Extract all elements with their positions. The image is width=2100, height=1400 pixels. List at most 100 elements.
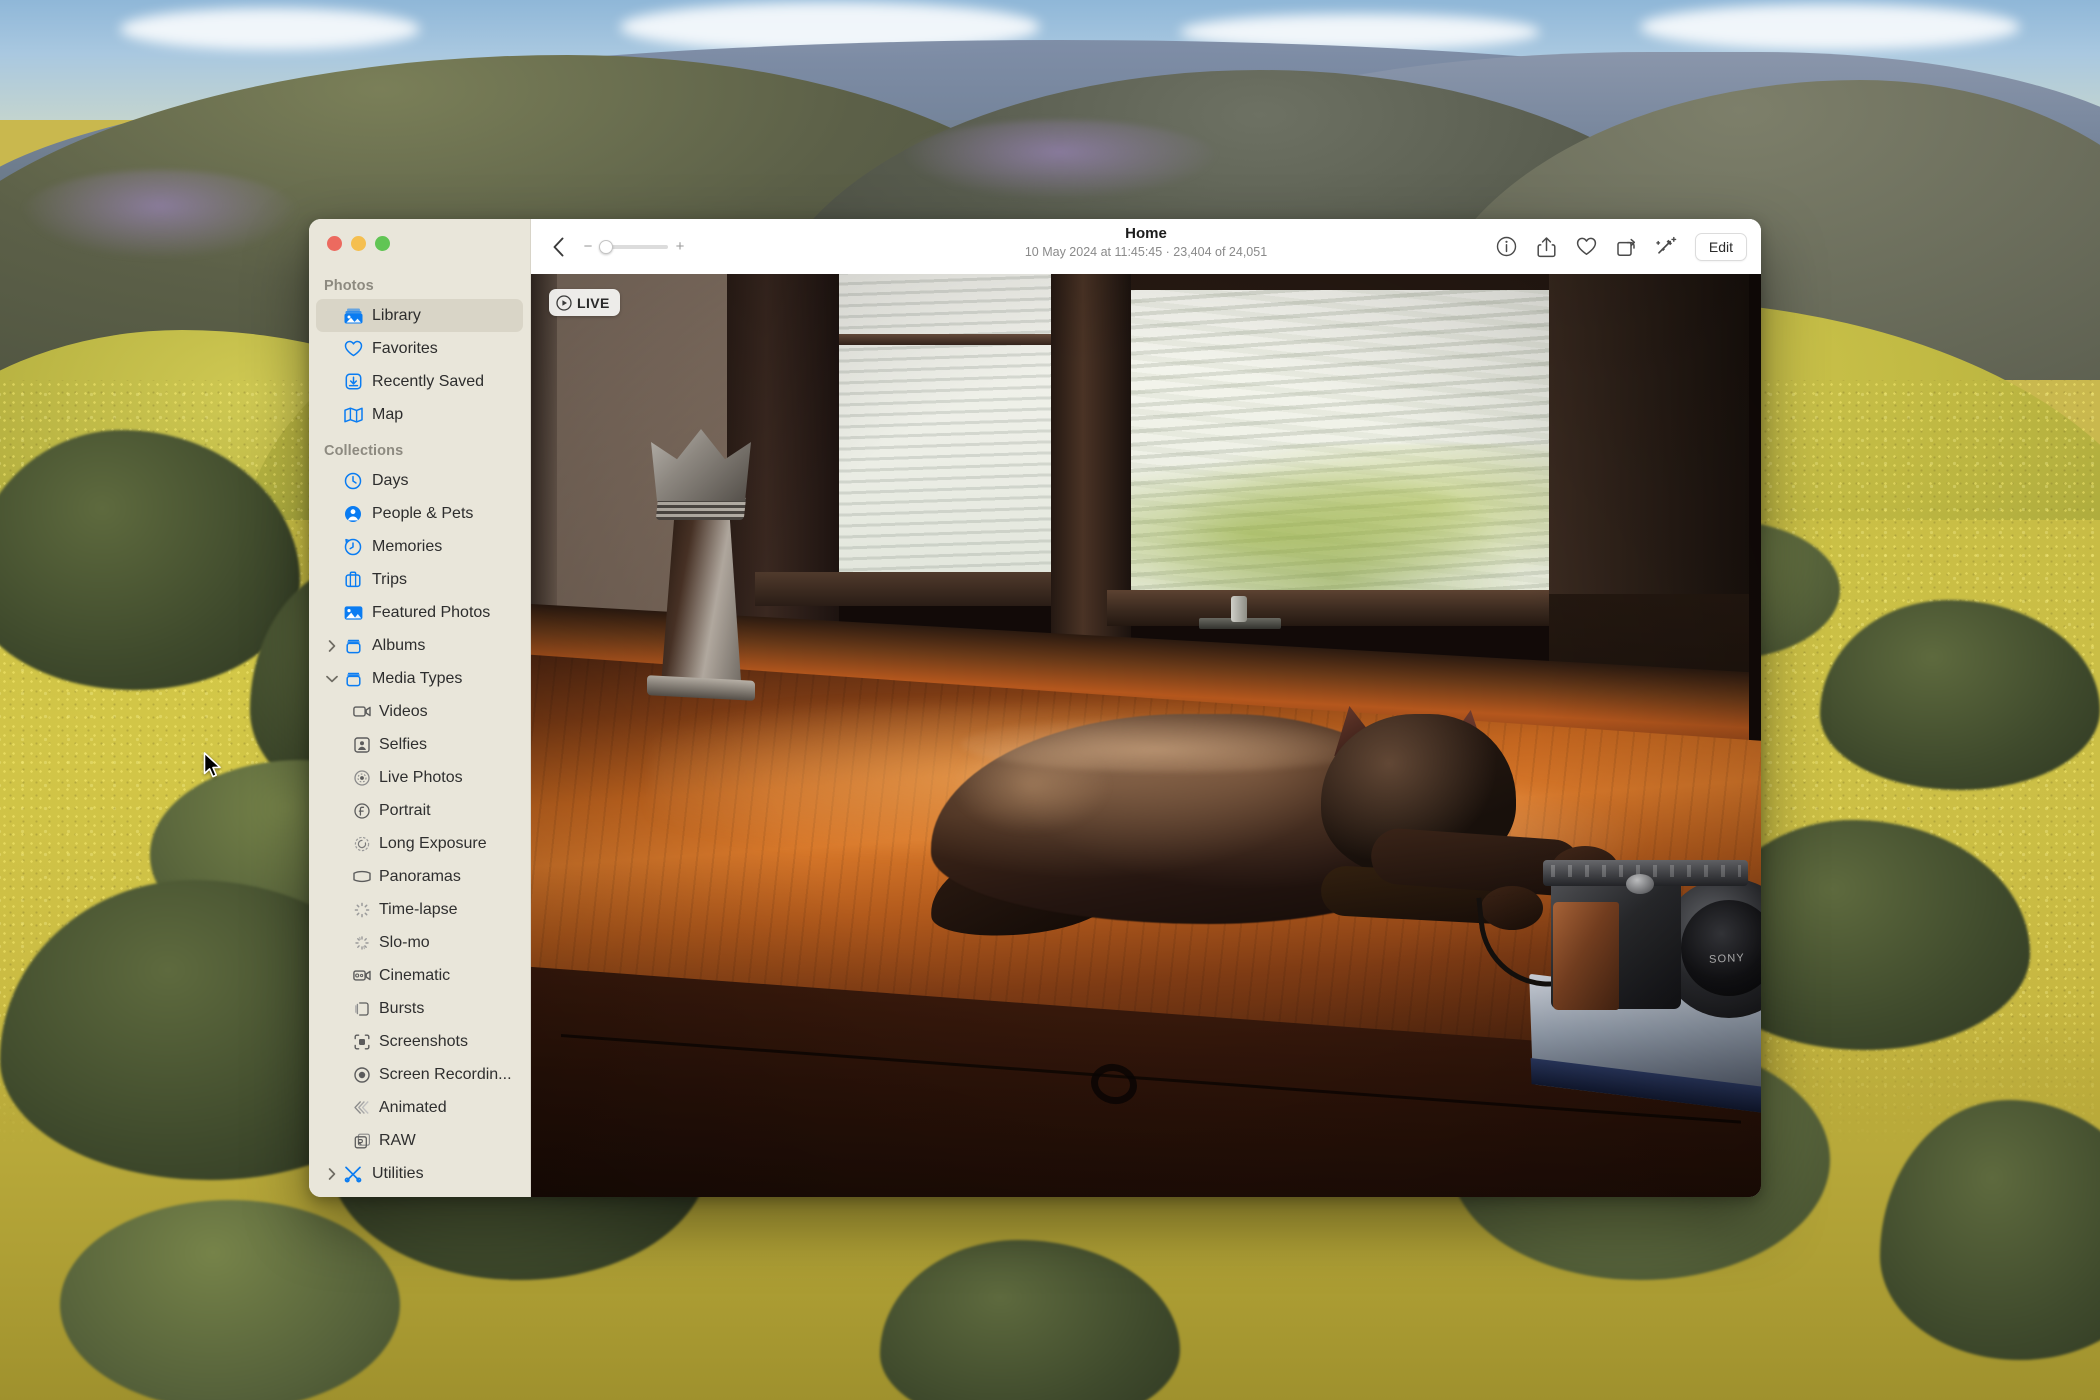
zoom-slider-track[interactable] [600, 245, 668, 249]
memories-icon [341, 538, 365, 556]
sidebar-item-portrait[interactable]: Portrait [316, 794, 523, 827]
bursts-icon [351, 1001, 373, 1017]
photo-vignette [531, 274, 1761, 1197]
video-icon [351, 705, 373, 718]
sidebar-item-label: Recently Saved [372, 373, 484, 391]
sidebar-item-live-photos[interactable]: Live Photos [316, 761, 523, 794]
sidebar-item-raw[interactable]: RAW [316, 1124, 523, 1157]
sidebar-item-recently-saved[interactable]: Recently Saved [316, 365, 523, 398]
sidebar-item-screen-recordings[interactable]: Screen Recordin... [316, 1058, 523, 1091]
share-icon[interactable] [1535, 235, 1559, 259]
sidebar-item-media-types[interactable]: Media Types [316, 662, 523, 695]
photo-viewer[interactable]: SONY LIVE [531, 274, 1761, 1197]
sidebar-item-people-and-pets[interactable]: People & Pets [316, 497, 523, 530]
screen-recording-icon [351, 1067, 373, 1083]
sidebar-section-photos-title: Photos [309, 271, 530, 299]
cinematic-icon [351, 969, 373, 982]
cloud [120, 8, 420, 50]
sidebar-item-selfies[interactable]: Selfies [316, 728, 523, 761]
rotate-icon[interactable] [1615, 235, 1639, 259]
chevron-right-icon[interactable] [324, 1168, 340, 1180]
sidebar-section-collections-title: Collections [309, 431, 530, 464]
edit-button[interactable]: Edit [1695, 233, 1747, 261]
desktop-wallpaper: Photos Library [0, 0, 2100, 1400]
slomo-icon [351, 935, 373, 951]
live-photo-icon [556, 295, 572, 311]
sidebar-item-long-exposure[interactable]: Long Exposure [316, 827, 523, 860]
sidebar-item-label: Videos [379, 703, 428, 721]
toolbar-left-group: − + [545, 234, 685, 260]
clock-icon [341, 472, 365, 490]
featured-photo-icon [341, 605, 365, 621]
sidebar-item-label: People & Pets [372, 505, 473, 523]
download-icon [341, 373, 365, 390]
minimize-button[interactable] [351, 236, 366, 251]
photo-metadata: 10 May 2024 at 11:45:45 · 23,404 of 24,0… [1025, 245, 1267, 259]
sidebar-item-label: Library [372, 307, 421, 325]
chevron-right-icon[interactable] [324, 640, 340, 652]
sidebar-item-projects[interactable]: Projects [316, 1190, 523, 1197]
sidebar-item-utilities[interactable]: Utilities [316, 1157, 523, 1190]
sidebar-item-label: Long Exposure [379, 835, 487, 853]
sidebar-item-animated[interactable]: Animated [316, 1091, 523, 1124]
sidebar-item-label: Cinematic [379, 967, 450, 985]
sidebar-item-videos[interactable]: Videos [316, 695, 523, 728]
chevron-down-icon[interactable] [324, 675, 340, 683]
sidebar-item-days[interactable]: Days [316, 464, 523, 497]
edit-button-label: Edit [1709, 239, 1733, 255]
zoom-out-label[interactable]: − [583, 238, 593, 255]
sidebar-item-favorites[interactable]: Favorites [316, 332, 523, 365]
sidebar-item-bursts[interactable]: Bursts [316, 992, 523, 1025]
sidebar-item-trips[interactable]: Trips [316, 563, 523, 596]
selfie-icon [351, 737, 373, 753]
sidebar-item-label: Media Types [372, 670, 462, 688]
library-icon [341, 308, 365, 324]
sidebar-item-label: Memories [372, 538, 442, 556]
window-controls[interactable] [309, 219, 530, 251]
sidebar-item-label: Panoramas [379, 868, 461, 886]
shrub [60, 1200, 400, 1400]
page-title: Home [1125, 225, 1167, 242]
sidebar-item-library[interactable]: Library [316, 299, 523, 332]
live-photo-badge[interactable]: LIVE [549, 289, 620, 316]
sidebar-item-featured-photos[interactable]: Featured Photos [316, 596, 523, 629]
sidebar-item-label: Favorites [372, 340, 438, 358]
sidebar-item-time-lapse[interactable]: Time-lapse [316, 893, 523, 926]
map-icon [341, 407, 365, 423]
sidebar-scroll[interactable]: Photos Library [309, 251, 530, 1197]
zoom-slider-control[interactable]: − + [583, 238, 685, 255]
sidebar-item-label: Animated [379, 1099, 447, 1117]
sidebar-item-label: Bursts [379, 1000, 424, 1018]
zoom-in-label[interactable]: + [675, 238, 685, 255]
sidebar-item-slo-mo[interactable]: Slo-mo [316, 926, 523, 959]
portrait-icon [351, 803, 373, 819]
photos-window[interactable]: Photos Library [309, 219, 1761, 1197]
main-content: − + Home 10 May 2024 at 11:45:45 · 23,40… [530, 219, 1761, 1197]
sidebar-item-cinematic[interactable]: Cinematic [316, 959, 523, 992]
sidebar-item-label: Albums [372, 637, 425, 655]
live-photo-label: LIVE [577, 295, 610, 311]
back-button[interactable] [545, 234, 571, 260]
sidebar-item-screenshots[interactable]: Screenshots [316, 1025, 523, 1058]
animated-icon [351, 1100, 373, 1115]
info-icon[interactable] [1495, 235, 1519, 259]
maximize-button[interactable] [375, 236, 390, 251]
live-photo-icon [351, 770, 373, 786]
zoom-slider-knob[interactable] [599, 240, 613, 254]
wallpaper-purple-patch [900, 120, 1220, 200]
cloud [1640, 4, 2020, 50]
sidebar-item-label: Screen Recordin... [379, 1066, 512, 1084]
album-icon [341, 670, 365, 687]
heart-icon[interactable] [1575, 235, 1599, 259]
sidebar-item-label: RAW [379, 1132, 416, 1150]
screenshot-icon [351, 1034, 373, 1050]
close-button[interactable] [327, 236, 342, 251]
sidebar-item-label: Live Photos [379, 769, 463, 787]
heart-icon [341, 340, 365, 357]
sidebar-item-memories[interactable]: Memories [316, 530, 523, 563]
auto-enhance-icon[interactable] [1655, 235, 1679, 259]
sidebar-item-albums[interactable]: Albums [316, 629, 523, 662]
sidebar-item-map[interactable]: Map [316, 398, 523, 431]
sidebar-item-label: Time-lapse [379, 901, 458, 919]
sidebar-item-panoramas[interactable]: Panoramas [316, 860, 523, 893]
